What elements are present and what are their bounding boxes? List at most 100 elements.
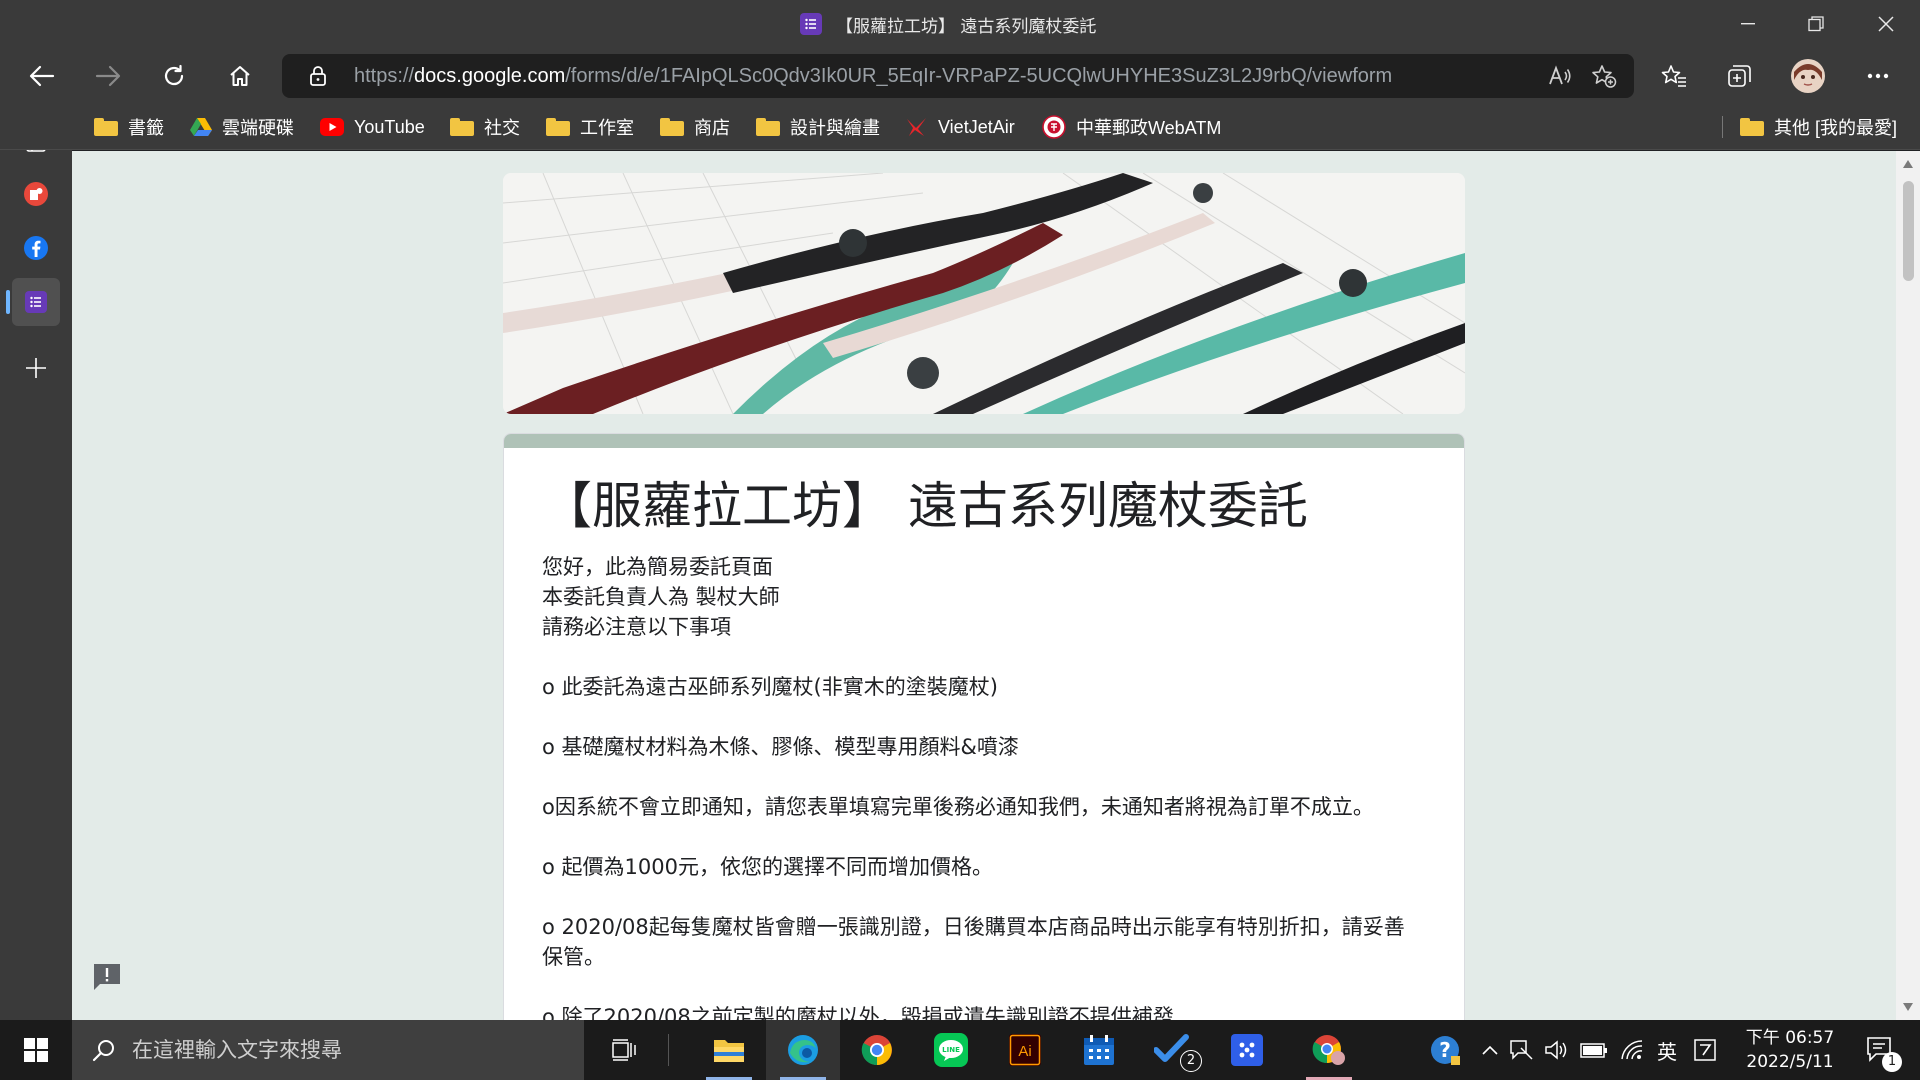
bookmark-folder-shop[interactable]: 商店 <box>660 112 730 142</box>
show-hidden-icons-button[interactable] <box>1474 1020 1506 1080</box>
url-path: /forms/d/e/1FAIpQLSc0Qdv3Ik0UR_5EqIr-VRP… <box>565 65 1393 87</box>
page-content[interactable]: 【服蘿拉工坊】 遠古系列魔杖委託 您好，此為簡易委託頁面 本委託負責人為 製杖大… <box>72 151 1896 1020</box>
bookmark-folder-studio[interactable]: 工作室 <box>546 112 634 142</box>
description-line <box>542 882 1422 912</box>
add-favorite-icon[interactable] <box>1584 54 1624 98</box>
form-header-image <box>503 173 1465 414</box>
svg-text:Ai: Ai <box>1018 1043 1031 1060</box>
chrome-icon <box>861 1035 892 1066</box>
edge-sidebar <box>0 104 72 1020</box>
window-title: 【服蘿拉工坊】 遠古系列魔杖委託 <box>836 16 1097 37</box>
help-tray-icon[interactable]: ? <box>1422 1020 1468 1080</box>
taskbar-clock[interactable]: 下午 06:57 2022/5/11 <box>1730 1026 1850 1074</box>
browser-toolbar: https://docs.google.com/forms/d/e/1FAIpQ… <box>0 48 1920 104</box>
bookmark-vietjetair[interactable]: VietJetAir <box>906 112 1015 142</box>
speaker-icon <box>1545 1040 1567 1060</box>
bookmark-folder-other-favorites[interactable]: 其他 [我的最愛] <box>1740 112 1897 142</box>
description-line: o 除了2020/08之前定製的魔杖以外，毀損或遺失識別證不提供補發 <box>542 1005 1174 1020</box>
battery-icon <box>1580 1043 1607 1058</box>
taskbar-search-box[interactable]: 在這裡輸入文字來搜尋 <box>72 1020 584 1080</box>
folder-icon <box>94 118 118 136</box>
folder-icon <box>756 118 780 136</box>
bookmark-label: 設計與繪畫 <box>790 118 880 138</box>
app-dots-icon <box>1231 1034 1263 1066</box>
taskbar-file-explorer[interactable] <box>692 1020 766 1080</box>
taskbar-chrome[interactable] <box>840 1020 914 1080</box>
youtube-icon <box>320 118 344 136</box>
taskbar-app-dots[interactable] <box>1210 1020 1284 1080</box>
more-menu-button[interactable] <box>1856 54 1900 98</box>
url-text[interactable]: https://docs.google.com/forms/d/e/1FAIpQ… <box>354 54 1392 98</box>
description-line: 您好，此為簡易委託頁面 <box>542 555 773 579</box>
sidebar-office-app[interactable] <box>12 170 60 218</box>
taskbar-edge[interactable] <box>766 1020 840 1080</box>
profile-avatar[interactable] <box>1786 54 1830 98</box>
ime-pad-icon <box>1510 1040 1533 1060</box>
description-line <box>542 822 1422 852</box>
taskbar-microsoft-todo[interactable]: 2 <box>1136 1020 1210 1080</box>
feedback-button[interactable] <box>90 960 124 994</box>
bookmark-folder-bookmarks[interactable]: 書籤 <box>94 112 164 142</box>
taskbar-line[interactable]: LINE <box>914 1020 988 1080</box>
back-button[interactable] <box>20 54 64 98</box>
illustrator-icon: Ai <box>1009 1034 1041 1066</box>
home-button[interactable] <box>218 54 262 98</box>
bookmark-folder-social[interactable]: 社交 <box>450 112 520 142</box>
chunghwa-post-icon <box>1042 115 1066 139</box>
window-titlebar: 【服蘿拉工坊】 遠古系列魔杖委託 <box>0 0 1920 48</box>
minimize-button[interactable] <box>1714 0 1782 48</box>
wifi-tray-icon[interactable] <box>1616 1020 1648 1080</box>
scroll-down-arrow-icon[interactable] <box>1902 1002 1914 1012</box>
edge-icon <box>788 1035 818 1065</box>
description-line: o 基礎魔杖材料為木條、膠條、模型專用顏料&噴漆 <box>542 735 1019 759</box>
folder-icon <box>546 118 570 136</box>
volume-tray-icon[interactable] <box>1540 1020 1572 1080</box>
address-bar[interactable]: https://docs.google.com/forms/d/e/1FAIpQ… <box>282 54 1634 98</box>
start-button[interactable] <box>0 1020 72 1080</box>
description-line: 請務必注意以下事項 <box>542 615 731 639</box>
task-view-icon <box>612 1039 636 1061</box>
scroll-up-arrow-icon[interactable] <box>1902 159 1914 169</box>
bookmark-label: 工作室 <box>580 118 634 138</box>
lock-icon[interactable] <box>298 54 338 98</box>
bookmark-folder-design[interactable]: 設計與繪畫 <box>756 112 880 142</box>
input-language-indicator[interactable]: 英 <box>1650 1020 1684 1080</box>
todo-badge: 2 <box>1180 1050 1202 1072</box>
task-view-button[interactable] <box>588 1020 662 1080</box>
sidebar-google-forms[interactable] <box>6 278 60 326</box>
bookmark-label: 書籤 <box>128 118 164 138</box>
taskbar-calendar[interactable] <box>1062 1020 1136 1080</box>
bookmark-label: 社交 <box>484 118 520 138</box>
favorites-button[interactable] <box>1652 54 1696 98</box>
search-icon <box>92 1040 114 1062</box>
forward-button[interactable] <box>86 54 130 98</box>
sidebar-facebook[interactable] <box>12 224 60 272</box>
bookmark-chunghwa-post[interactable]: 中華郵政WebATM <box>1042 112 1221 142</box>
form-title: 【服蘿拉工坊】 遠古系列魔杖委託 <box>542 477 1308 535</box>
bookmark-youtube[interactable]: YouTube <box>320 112 425 142</box>
page-scrollbar[interactable] <box>1896 151 1920 1020</box>
scrollbar-thumb[interactable] <box>1903 181 1914 281</box>
line-app-icon: LINE <box>934 1033 968 1067</box>
sidebar-add-button[interactable] <box>12 344 60 392</box>
close-button[interactable] <box>1852 0 1920 48</box>
refresh-button[interactable] <box>152 54 196 98</box>
form-accent-bar <box>504 434 1464 448</box>
taskbar-illustrator[interactable]: Ai <box>988 1020 1062 1080</box>
folder-icon <box>660 118 684 136</box>
read-aloud-icon[interactable] <box>1540 54 1580 98</box>
restore-button[interactable] <box>1782 0 1850 48</box>
taskbar-chrome-profile[interactable] <box>1292 1020 1366 1080</box>
bookmark-google-drive[interactable]: 雲端硬碟 <box>190 112 294 142</box>
battery-tray-icon[interactable] <box>1576 1020 1612 1080</box>
ime-tray-icon[interactable] <box>1506 1020 1538 1080</box>
ime-mode-tray-icon[interactable] <box>1688 1020 1722 1080</box>
folder-icon <box>1740 118 1764 136</box>
collections-button[interactable] <box>1718 54 1762 98</box>
bookmarks-divider <box>1722 116 1723 138</box>
wifi-icon <box>1621 1040 1643 1060</box>
bookmark-label: 中華郵政WebATM <box>1076 118 1222 138</box>
action-center-button[interactable]: 1 <box>1856 1020 1906 1080</box>
folder-icon <box>450 118 474 136</box>
ime-mode-icon <box>1694 1039 1716 1061</box>
